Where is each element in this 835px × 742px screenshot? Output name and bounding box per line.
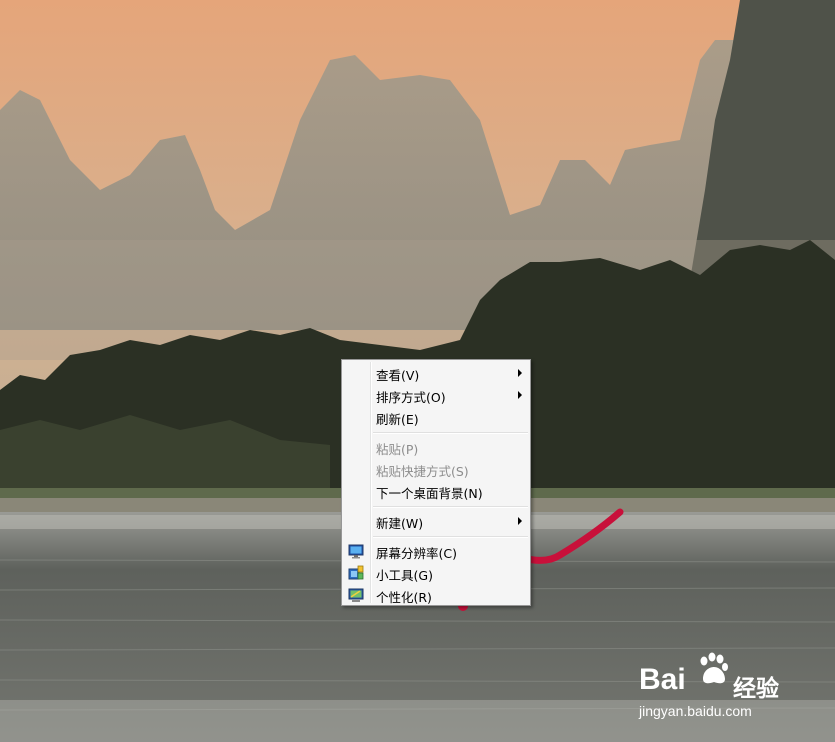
menu-item-personalize[interactable]: 个性化(R) bbox=[344, 584, 528, 606]
menu-item-new[interactable]: 新建(W) bbox=[344, 510, 528, 532]
menu-item-view[interactable]: 查看(V) bbox=[344, 362, 528, 384]
menu-separator bbox=[373, 506, 528, 508]
display-settings-icon bbox=[348, 544, 364, 559]
menu-item-label: 屏幕分辨率(C) bbox=[376, 546, 457, 561]
menu-item-paste: 粘贴(P) bbox=[344, 436, 528, 458]
menu-item-label: 刷新(E) bbox=[376, 412, 419, 427]
menu-item-label: 粘贴(P) bbox=[376, 442, 419, 457]
baidu-jingyan-watermark: Bai 经验 jingyan.baidu.com bbox=[639, 651, 799, 726]
personalize-icon bbox=[348, 588, 364, 602]
menu-item-label: 排序方式(O) bbox=[376, 390, 446, 405]
menu-item-next-background[interactable]: 下一个桌面背景(N) bbox=[344, 480, 528, 502]
menu-separator bbox=[373, 536, 528, 538]
menu-item-label: 查看(V) bbox=[376, 368, 420, 383]
menu-item-label: 个性化(R) bbox=[376, 590, 432, 605]
menu-item-sort-by[interactable]: 排序方式(O) bbox=[344, 384, 528, 406]
submenu-arrow-icon bbox=[518, 517, 522, 525]
menu-item-paste-shortcut: 粘贴快捷方式(S) bbox=[344, 458, 528, 480]
menu-item-gadgets[interactable]: 小工具(G) bbox=[344, 562, 528, 584]
menu-item-label: 粘贴快捷方式(S) bbox=[376, 464, 469, 479]
submenu-arrow-icon bbox=[518, 369, 522, 377]
menu-item-label: 新建(W) bbox=[376, 516, 424, 531]
menu-separator bbox=[373, 432, 528, 434]
menu-item-label: 下一个桌面背景(N) bbox=[376, 486, 483, 501]
watermark-brand-cn: 经验 bbox=[733, 676, 779, 702]
gadgets-icon bbox=[348, 565, 364, 580]
menu-item-refresh[interactable]: 刷新(E) bbox=[344, 406, 528, 428]
menu-item-screen-resolution[interactable]: 屏幕分辨率(C) bbox=[344, 540, 528, 562]
desktop-context-menu: 查看(V) 排序方式(O) 刷新(E) 粘贴(P) 粘贴快捷方式(S) 下一个桌… bbox=[341, 359, 531, 606]
menu-item-label: 小工具(G) bbox=[376, 568, 433, 583]
paw-logo-icon bbox=[700, 652, 728, 684]
watermark-brand: Bai bbox=[639, 663, 686, 696]
watermark-url: jingyan.baidu.com bbox=[639, 703, 752, 719]
submenu-arrow-icon bbox=[518, 391, 522, 399]
